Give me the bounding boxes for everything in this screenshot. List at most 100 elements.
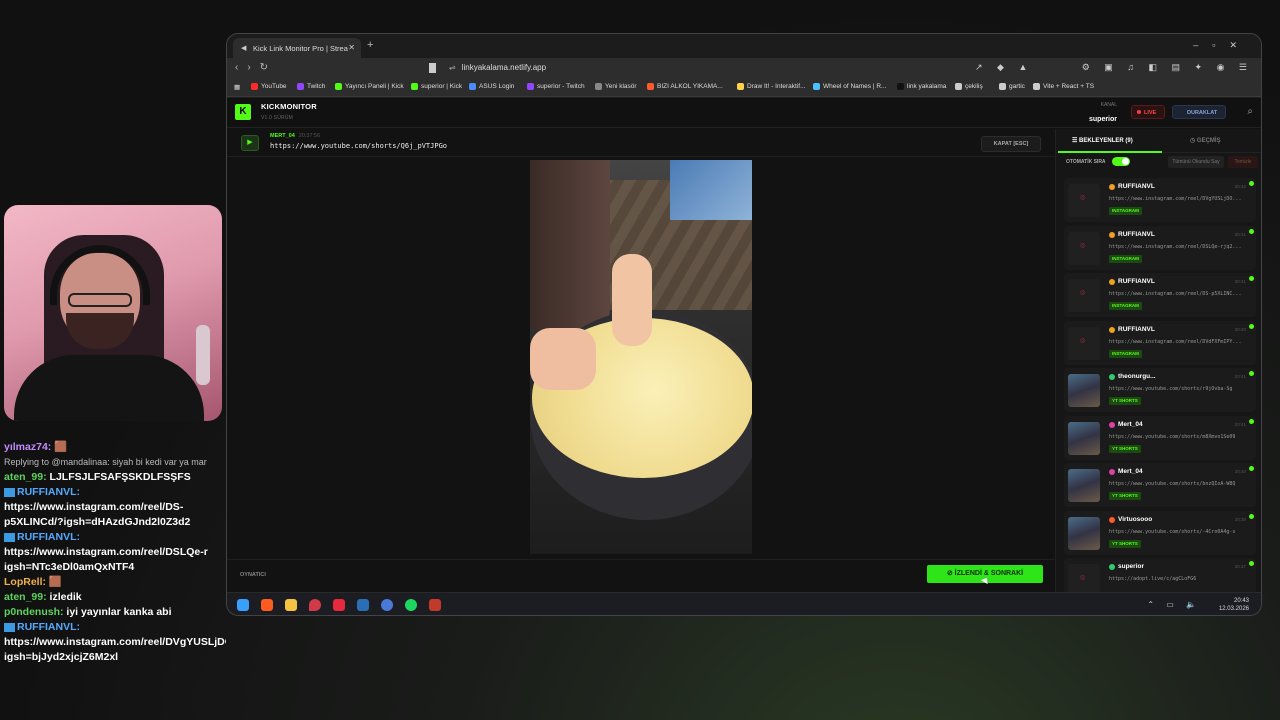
online-dot-icon: [1249, 371, 1254, 376]
channel-name: superior: [1089, 116, 1118, 123]
bookmark-label: link yakalama: [907, 83, 947, 91]
chat-username[interactable]: RUFFIANVL:: [17, 621, 80, 633]
mark-all-read-button[interactable]: Tümünü Okundu Say: [1168, 156, 1224, 168]
system-tray[interactable]: ⌃ ▭ 🔈: [1147, 600, 1201, 609]
online-dot-icon: [1249, 466, 1254, 471]
player-area: ▶ MERT_04 20:37:56 https://www.youtube.co…: [227, 129, 1055, 592]
bookmark-label: çekiliş: [965, 83, 983, 91]
bookmark-item[interactable]: Wheel of Names | R...: [813, 83, 886, 90]
user-dot-icon: [1109, 374, 1115, 380]
chat-text: p5XLINCd/?igsh=dHAzdGJnd2l0Z3d2: [4, 516, 191, 528]
queue-url[interactable]: https://www.instagram.com/reel/DSLQe-rjq…: [1109, 244, 1251, 250]
online-dot-icon: [1249, 323, 1254, 329]
queue-item[interactable]: RUFFIANVL 20:42 https://www.instagram.co…: [1064, 178, 1256, 222]
bookmark-item[interactable]: Twitch: [297, 83, 325, 90]
chat-username[interactable]: LopRell:: [4, 576, 46, 588]
queue-item[interactable]: Mert_04 20:41 https://www.youtube.com/sh…: [1064, 415, 1256, 460]
bookmark-label: Yeni klasör: [605, 83, 637, 91]
now-playing-url[interactable]: https://www.youtube.com/shorts/Q6j_pVTJP…: [270, 142, 447, 150]
chat-username[interactable]: RUFFIANVL:: [17, 531, 80, 543]
queue-item[interactable]: theonurgu... 20:41 https://www.youtube.c…: [1064, 368, 1256, 412]
url-field[interactable]: ⇌ linkyakalama.netlify.app: [449, 63, 546, 72]
extensions-icons[interactable]: ⚙ ▣ ♫ ◧ ▤ ✦ ◉ ☰: [1082, 62, 1253, 73]
queue-item[interactable]: RUFFIANVL 20:41 https://www.instagram.co…: [1064, 225, 1256, 270]
browser-icon[interactable]: [261, 599, 273, 611]
bookmark-item[interactable]: Draw It! - Interaktif...: [737, 83, 806, 90]
new-tab-button[interactable]: +: [367, 39, 373, 51]
queue-url[interactable]: https://www.youtube.com/shorts/bnzQIoA-W…: [1109, 481, 1251, 487]
queue-item[interactable]: Mert_04 20:40 https://www.youtube.com/sh…: [1064, 463, 1256, 507]
bookmark-item[interactable]: YouTube: [251, 83, 287, 90]
site-info-icon[interactable]: ⇌: [449, 63, 456, 72]
chat-username[interactable]: p0ndenush:: [4, 606, 64, 618]
pause-button[interactable]: DURAKLAT: [1172, 105, 1226, 119]
bookmark-item[interactable]: Yayıncı Paneli | Kick: [335, 83, 404, 90]
queue-thumbnail: [1068, 374, 1100, 407]
bookmark-item[interactable]: ASUS Login: [469, 83, 514, 90]
app-icon[interactable]: [381, 599, 393, 611]
queue-thumbnail: [1068, 184, 1100, 217]
user-dot-icon: [1109, 564, 1115, 570]
video-player[interactable]: [530, 160, 752, 554]
browser-tab[interactable]: ◀ Kick Link Monitor Pro | Strea ✕: [233, 38, 361, 58]
bookmark-item[interactable]: superior - Twitch: [527, 83, 585, 90]
chat-username[interactable]: aten_99:: [4, 471, 47, 483]
apps-icon[interactable]: ▦: [234, 83, 240, 91]
app-icon[interactable]: [429, 599, 441, 611]
chat-text: 🟫: [48, 576, 62, 588]
chat-username[interactable]: RUFFIANVL:: [17, 486, 80, 498]
bookmark-item[interactable]: superior | Kick: [411, 83, 462, 90]
chat-text: https://www.instagram.com/reel/DVgYUSLjD…: [4, 636, 226, 648]
spotify-icon[interactable]: [405, 599, 417, 611]
bookmark-item[interactable]: gartic: [999, 83, 1025, 90]
steam-icon[interactable]: [357, 599, 369, 611]
badge-icon: [4, 622, 15, 632]
bookmark-label: gartic: [1009, 83, 1025, 91]
chat-text: igsh=NTc3eDl0amQxNTF4: [4, 561, 135, 573]
close-tab-icon[interactable]: ✕: [348, 43, 355, 52]
queue-url[interactable]: https://www.youtube.com/shorts/m8Xmvo1Se…: [1109, 434, 1251, 440]
online-dot-icon: [1249, 561, 1254, 566]
queue-username: superior: [1118, 563, 1145, 570]
chat-username[interactable]: aten_99:: [4, 591, 47, 603]
tab-history[interactable]: ◷ GEÇMİŞ: [1190, 137, 1221, 144]
close-player-button[interactable]: KAPAT [ESC]: [981, 136, 1041, 152]
clear-button[interactable]: Temizle: [1228, 156, 1258, 168]
queue-url[interactable]: https://www.youtube.com/shorts/r9jOvba-S…: [1109, 386, 1251, 392]
bookmark-item[interactable]: BIZI ALKOL YIKAMA...: [647, 83, 723, 90]
folder-icon[interactable]: [285, 599, 297, 611]
bookmark-item[interactable]: Yeni klasör: [595, 83, 637, 90]
app-icon[interactable]: [333, 599, 345, 611]
queue-username: Virtuosooo: [1118, 515, 1153, 523]
bookmark-item[interactable]: çekiliş: [955, 83, 983, 90]
queue-item[interactable]: RUFFIANVL 20:40 https://www.instagram.co…: [1064, 320, 1256, 365]
bookmark-icon[interactable]: [429, 63, 436, 73]
queue-username: RUFFIANVL: [1118, 183, 1155, 190]
queue-url[interactable]: https://www.youtube.com/shorts/-4Cro0A4g…: [1109, 529, 1251, 535]
bookmark-item[interactable]: Vite + React + TS: [1033, 83, 1094, 90]
taskbar: ⌃ ▭ 🔈 20:43 12.03.2026: [227, 592, 1261, 615]
settings-icon[interactable]: ⌕: [1247, 106, 1253, 117]
window-controls[interactable]: –▫✕: [1193, 40, 1251, 51]
auto-queue-toggle[interactable]: [1112, 157, 1130, 166]
bookmark-item[interactable]: link yakalama: [897, 83, 946, 90]
sidebar-tabs: ☰ BEKLEYENLER (9) ◷ GEÇMİŞ: [1056, 129, 1261, 153]
queue-url[interactable]: https://adopt.live/c/agCLoFG6: [1109, 576, 1251, 582]
play-icon: ▶: [241, 135, 259, 151]
nav-buttons[interactable]: ‹›↻: [235, 62, 277, 73]
queue-url[interactable]: https://www.instagram.com/reel/DVgYUSLjD…: [1109, 196, 1251, 202]
app-icon[interactable]: [309, 599, 321, 611]
queue-item[interactable]: Virtuosooo 20:39 https://www.youtube.com…: [1064, 510, 1256, 555]
queue-url[interactable]: https://www.instagram.com/reel/DS-p5XLIN…: [1109, 291, 1251, 297]
live-button[interactable]: LIVE: [1131, 105, 1165, 119]
platform-badge: YT SHORTS: [1109, 444, 1141, 453]
queue-sidebar: ☰ BEKLEYENLER (9) ◷ GEÇMİŞ OTOMATİK SIRA…: [1055, 129, 1261, 602]
share-icon[interactable]: ↗ ◆ ▲: [975, 62, 1033, 73]
queue-username: Mert_04: [1118, 420, 1143, 428]
queue-thumbnail: [1068, 279, 1100, 312]
tab-waiting[interactable]: ☰ BEKLEYENLER (9): [1058, 137, 1162, 153]
start-icon[interactable]: [237, 599, 249, 611]
queue-url[interactable]: https://www.instagram.com/reel/DVdFXFmIP…: [1109, 339, 1251, 345]
watched-next-label: İZLENDİ & SONRAKİ: [954, 570, 1024, 577]
queue-item[interactable]: RUFFIANVL 20:41 https://www.instagram.co…: [1064, 273, 1256, 317]
